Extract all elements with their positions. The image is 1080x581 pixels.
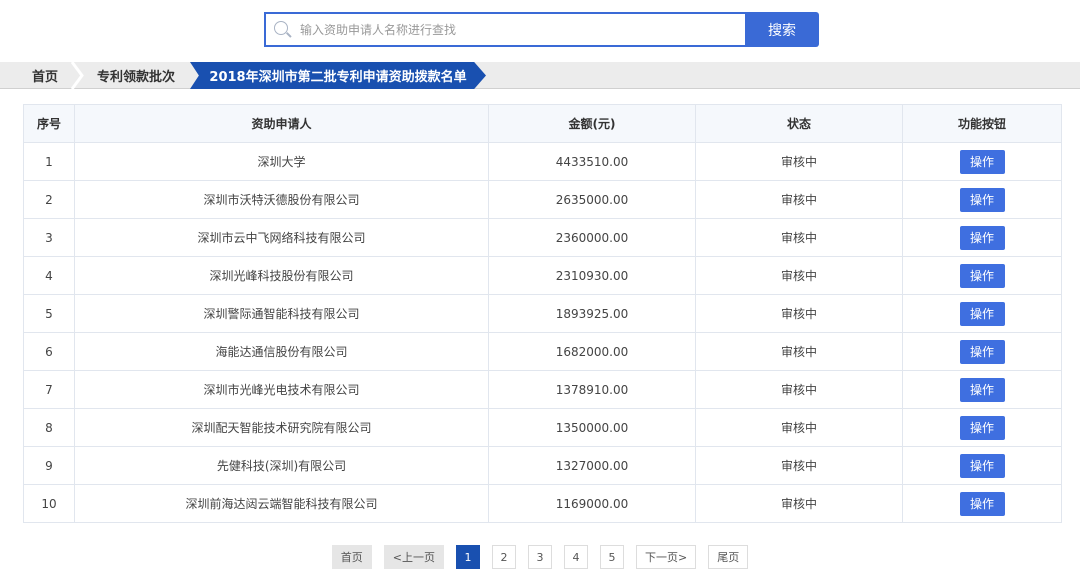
table-row: 7 深圳市光峰光电技术有限公司 1378910.00 审核中 操作	[23, 370, 1062, 409]
last-page-button[interactable]: 尾页	[708, 545, 749, 569]
row-amount: 2360000.00	[488, 218, 696, 257]
operate-button[interactable]: 操作	[959, 225, 1005, 250]
table-row: 8 深圳配天智能技术研究院有限公司 1350000.00 审核中 操作	[23, 408, 1062, 447]
row-applicant: 深圳市光峰光电技术有限公司	[74, 370, 489, 409]
table-row: 2 深圳市沃特沃德股份有限公司 2635000.00 审核中 操作	[23, 180, 1062, 219]
operate-button[interactable]: 操作	[959, 187, 1005, 212]
row-applicant: 深圳大学	[74, 142, 489, 181]
row-amount: 1169000.00	[488, 484, 696, 523]
row-action-cell: 操作	[902, 256, 1062, 295]
row-applicant: 深圳前海达闼云端智能科技有限公司	[74, 484, 489, 523]
row-amount: 1327000.00	[488, 446, 696, 485]
row-no: 3	[23, 218, 75, 257]
row-status: 审核中	[695, 294, 903, 333]
header-no: 序号	[23, 104, 75, 143]
row-no: 4	[23, 256, 75, 295]
row-amount: 1378910.00	[488, 370, 696, 409]
pagination: 首页 <上一页 1 2 3 4 5 下一页> 尾页	[0, 545, 1080, 569]
row-no: 6	[23, 332, 75, 371]
table-header-row: 序号 资助申请人 金额(元) 状态 功能按钮	[23, 104, 1062, 143]
row-action-cell: 操作	[902, 408, 1062, 447]
row-amount: 1350000.00	[488, 408, 696, 447]
row-applicant: 海能达通信股份有限公司	[74, 332, 489, 371]
row-status: 审核中	[695, 332, 903, 371]
search-icon	[274, 20, 292, 39]
header-actions: 功能按钮	[902, 104, 1062, 143]
row-applicant: 深圳光峰科技股份有限公司	[74, 256, 489, 295]
row-action-cell: 操作	[902, 218, 1062, 257]
breadcrumb: 首页 专利领款批次 2018年深圳市第二批专利申请资助拨款名单	[0, 62, 1080, 89]
row-status: 审核中	[695, 142, 903, 181]
row-applicant: 深圳市云中飞网络科技有限公司	[74, 218, 489, 257]
row-applicant: 深圳警际通智能科技有限公司	[74, 294, 489, 333]
operate-button[interactable]: 操作	[959, 377, 1005, 402]
row-applicant: 深圳配天智能技术研究院有限公司	[74, 408, 489, 447]
row-status: 审核中	[695, 484, 903, 523]
row-action-cell: 操作	[902, 294, 1062, 333]
table-row: 10 深圳前海达闼云端智能科技有限公司 1169000.00 审核中 操作	[23, 484, 1062, 523]
header-status: 状态	[695, 104, 903, 143]
row-action-cell: 操作	[902, 142, 1062, 181]
row-action-cell: 操作	[902, 370, 1062, 409]
table-row: 1 深圳大学 4433510.00 审核中 操作	[23, 142, 1062, 181]
page-3-button[interactable]: 3	[528, 545, 552, 569]
table-row: 4 深圳光峰科技股份有限公司 2310930.00 审核中 操作	[23, 256, 1062, 295]
search-input[interactable]	[300, 14, 745, 45]
first-page-button[interactable]: 首页	[331, 545, 372, 569]
page-5-button[interactable]: 5	[600, 545, 624, 569]
page-4-button[interactable]: 4	[564, 545, 588, 569]
table-row: 9 先健科技(深圳)有限公司 1327000.00 审核中 操作	[23, 446, 1062, 485]
row-amount: 1893925.00	[488, 294, 696, 333]
row-applicant: 先健科技(深圳)有限公司	[74, 446, 489, 485]
row-amount: 4433510.00	[488, 142, 696, 181]
row-status: 审核中	[695, 446, 903, 485]
page-2-button[interactable]: 2	[492, 545, 516, 569]
row-action-cell: 操作	[902, 446, 1062, 485]
search-box[interactable]	[264, 12, 745, 47]
header-applicant: 资助申请人	[74, 104, 489, 143]
operate-button[interactable]: 操作	[959, 453, 1005, 478]
row-action-cell: 操作	[902, 484, 1062, 523]
row-no: 9	[23, 446, 75, 485]
row-no: 2	[23, 180, 75, 219]
row-action-cell: 操作	[902, 332, 1062, 371]
row-status: 审核中	[695, 370, 903, 409]
operate-button[interactable]: 操作	[959, 339, 1005, 364]
prev-page-button[interactable]: <上一页	[383, 545, 444, 569]
breadcrumb-batch[interactable]: 专利领款批次	[76, 62, 196, 89]
table-row: 5 深圳警际通智能科技有限公司 1893925.00 审核中 操作	[23, 294, 1062, 333]
row-applicant: 深圳市沃特沃德股份有限公司	[74, 180, 489, 219]
operate-button[interactable]: 操作	[959, 149, 1005, 174]
header-amount: 金额(元)	[488, 104, 696, 143]
row-amount: 1682000.00	[488, 332, 696, 371]
operate-button[interactable]: 操作	[959, 263, 1005, 288]
search-button[interactable]: 搜索	[745, 12, 819, 47]
next-page-button[interactable]: 下一页>	[636, 545, 697, 569]
row-status: 审核中	[695, 256, 903, 295]
breadcrumb-current: 2018年深圳市第二批专利申请资助拨款名单	[190, 62, 486, 89]
operate-button[interactable]: 操作	[959, 301, 1005, 326]
operate-button[interactable]: 操作	[959, 415, 1005, 440]
row-status: 审核中	[695, 218, 903, 257]
operate-button[interactable]: 操作	[959, 491, 1005, 516]
search-bar: 搜索	[264, 12, 819, 47]
row-no: 1	[23, 142, 75, 181]
row-no: 5	[23, 294, 75, 333]
row-action-cell: 操作	[902, 180, 1062, 219]
row-no: 8	[23, 408, 75, 447]
table-row: 6 海能达通信股份有限公司 1682000.00 审核中 操作	[23, 332, 1062, 371]
row-status: 审核中	[695, 180, 903, 219]
row-no: 10	[23, 484, 75, 523]
page-1-button[interactable]: 1	[456, 545, 480, 569]
row-status: 审核中	[695, 408, 903, 447]
row-amount: 2635000.00	[488, 180, 696, 219]
grant-table: 序号 资助申请人 金额(元) 状态 功能按钮 1 深圳大学 4433510.00…	[23, 104, 1062, 523]
row-amount: 2310930.00	[488, 256, 696, 295]
table-row: 3 深圳市云中飞网络科技有限公司 2360000.00 审核中 操作	[23, 218, 1062, 257]
row-no: 7	[23, 370, 75, 409]
